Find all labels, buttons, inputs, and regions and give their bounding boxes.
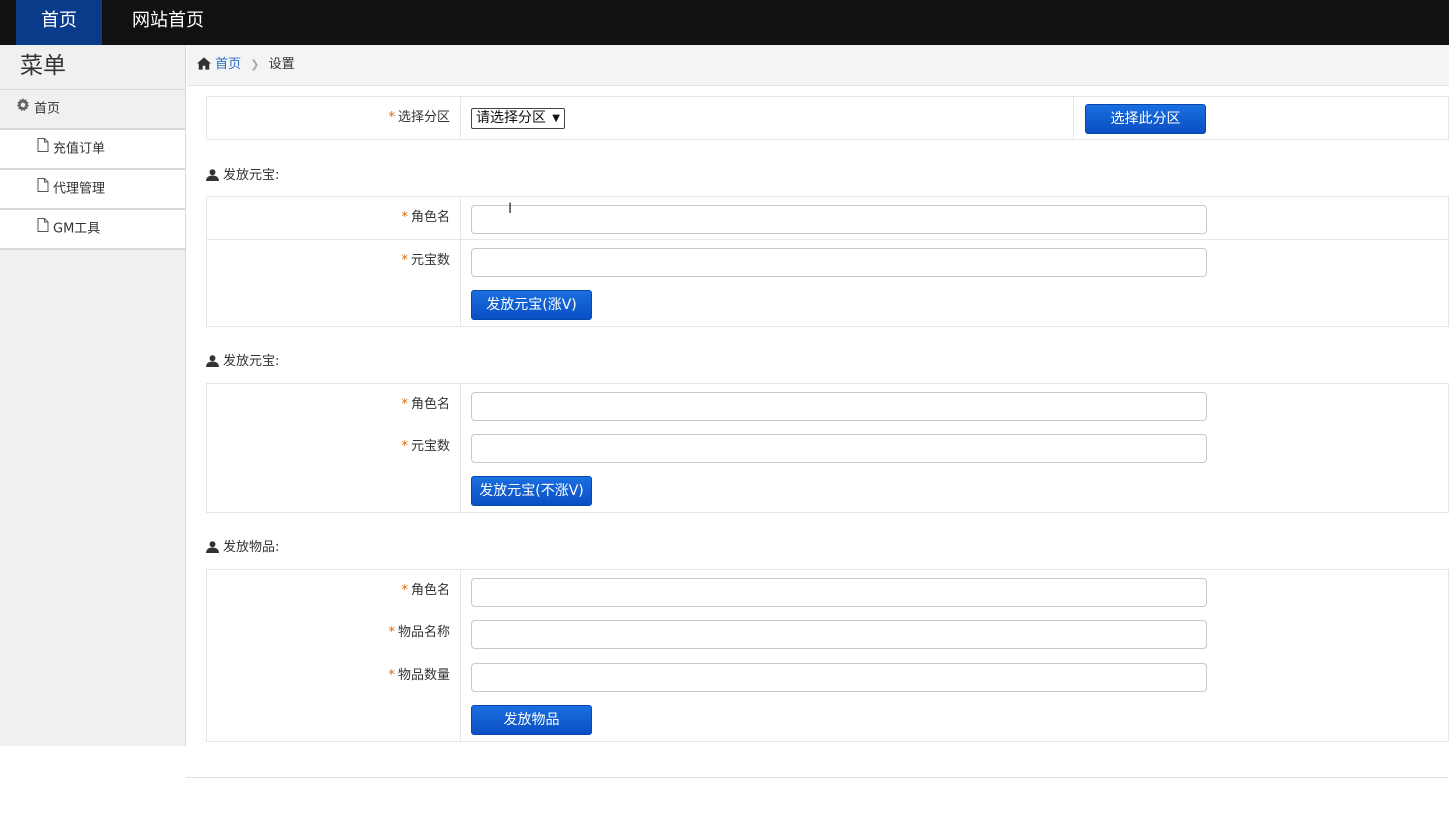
- topnav-home[interactable]: 首页: [16, 0, 102, 45]
- field-row-role-name-1: * 角色名: [206, 196, 1449, 240]
- sidebar-item-label: 首页: [34, 101, 61, 117]
- sidebar-item-gm-tools[interactable]: GM工具: [0, 210, 185, 250]
- text-cursor-icon: Ⅰ: [508, 201, 513, 217]
- field-row-role-name-2: * 角色名: [206, 383, 1449, 427]
- role-name-input-2[interactable]: [471, 392, 1207, 421]
- breadcrumb-home-link[interactable]: 首页: [215, 57, 241, 72]
- field-row-role-name-3: * 角色名: [206, 569, 1449, 613]
- zone-select[interactable]: 请选择分区 ▼: [471, 108, 565, 129]
- sidebar-item-label: 代理管理: [53, 181, 106, 197]
- button-row-1: 发放元宝(涨V): [206, 283, 1449, 327]
- chevron-right-icon: ❯: [250, 58, 260, 71]
- chevron-down-icon: ▼: [552, 113, 560, 124]
- zone-label: * 选择分区: [207, 97, 461, 140]
- field-row-item-name: * 物品名称: [206, 612, 1449, 656]
- issue-items-button[interactable]: 发放物品: [471, 705, 592, 735]
- breadcrumb: 首页 ❯ 设置: [187, 45, 1449, 86]
- breadcrumb-current: 设置: [268, 57, 295, 72]
- sidebar-item-home[interactable]: 首页: [0, 90, 185, 130]
- select-zone-button[interactable]: 选择此分区: [1085, 104, 1206, 134]
- sidebar-item-label: 充值订单: [53, 141, 106, 157]
- field-row-item-count: * 物品数量: [206, 655, 1449, 699]
- sidebar: 菜单 首页 充值订单 代理管理 GM工具: [0, 45, 186, 746]
- gold-count-input-1[interactable]: [471, 248, 1207, 277]
- sidebar-item-recharge-orders[interactable]: 充值订单: [0, 130, 185, 170]
- home-icon: [197, 57, 215, 72]
- user-icon: [206, 355, 219, 367]
- sidebar-title: 菜单: [0, 45, 185, 90]
- topnav-website-home[interactable]: 网站首页: [118, 0, 218, 45]
- section-title-items: 发放物品:: [206, 538, 279, 558]
- file-icon: [37, 130, 49, 168]
- user-icon: [206, 169, 219, 181]
- file-icon: [37, 170, 49, 208]
- role-name-input-3[interactable]: [471, 578, 1207, 607]
- field-row-gold-count-1: * 元宝数: [206, 240, 1449, 284]
- user-icon: [206, 541, 219, 553]
- section-title-gold-v: 发放元宝:: [206, 166, 279, 186]
- sidebar-item-label: GM工具: [53, 221, 101, 237]
- gear-icon: [16, 90, 30, 128]
- role-name-input-1[interactable]: [471, 205, 1207, 234]
- issue-gold-v-button[interactable]: 发放元宝(涨V): [471, 290, 592, 320]
- item-count-input[interactable]: [471, 663, 1207, 692]
- item-name-input[interactable]: [471, 620, 1207, 649]
- footer-divider: [186, 777, 1449, 778]
- issue-gold-no-v-button[interactable]: 发放元宝(不涨V): [471, 476, 592, 506]
- gold-count-input-2[interactable]: [471, 434, 1207, 463]
- section-title-gold-no-v: 发放元宝:: [206, 352, 279, 372]
- zone-row: * 选择分区 请选择分区 ▼ 选择此分区: [206, 96, 1449, 140]
- file-icon: [37, 210, 49, 248]
- button-row-2: 发放元宝(不涨V): [206, 469, 1449, 513]
- field-row-gold-count-2: * 元宝数: [206, 426, 1449, 470]
- button-row-3: 发放物品: [206, 698, 1449, 742]
- top-bar: 首页 网站首页: [0, 0, 1449, 45]
- sidebar-item-agent-management[interactable]: 代理管理: [0, 170, 185, 210]
